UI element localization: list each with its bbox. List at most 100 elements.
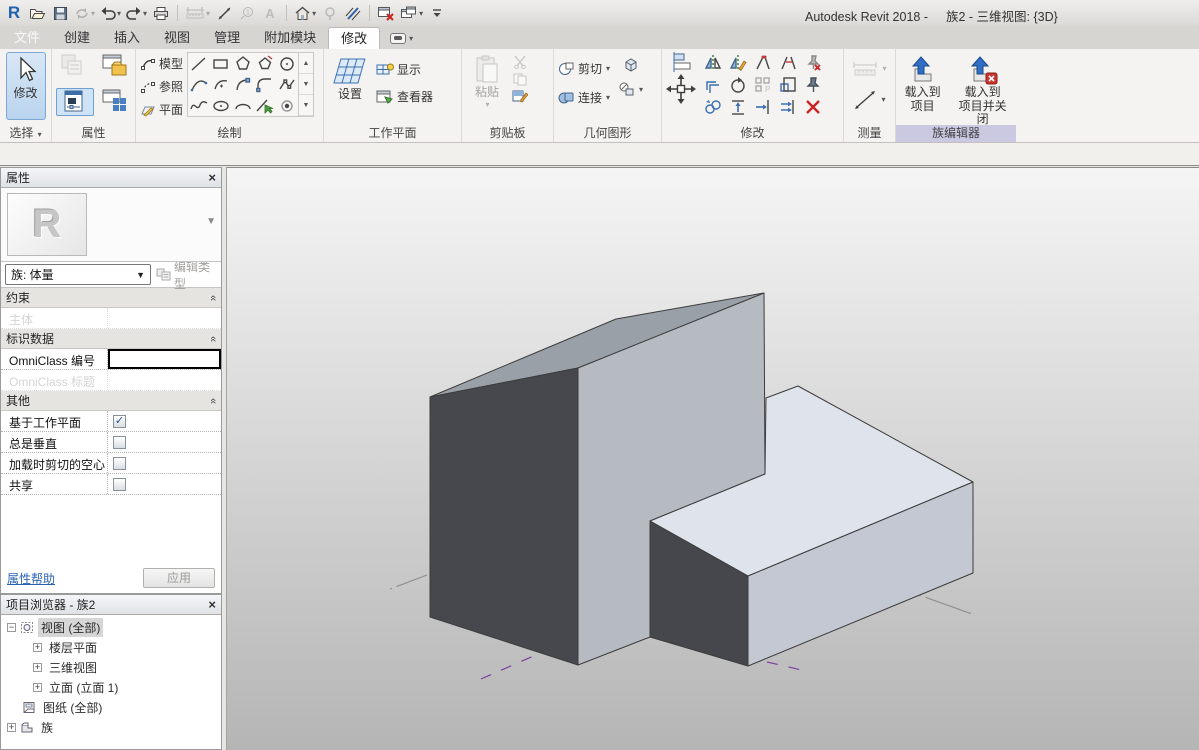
window-organize-icon[interactable] [96, 53, 134, 79]
inscribed-polygon-tool[interactable] [232, 53, 254, 74]
panel-label-draw[interactable]: 绘制 [136, 125, 323, 142]
workplane-viewer-button[interactable]: 查看器 [376, 85, 433, 108]
plane-mode[interactable]: 平面 [140, 98, 183, 121]
type-preview[interactable]: R ▼ [1, 188, 221, 262]
pick-lines-tool[interactable] [254, 95, 276, 116]
tab-create[interactable]: 创建 [52, 27, 102, 49]
tab-modify[interactable]: 修改 [328, 27, 380, 49]
tree-item-图纸全部[interactable]: 图纸 (全部) [1, 697, 221, 717]
align-icon[interactable] [670, 52, 692, 72]
point-tool[interactable] [276, 95, 298, 116]
panel-label-select[interactable]: 选择 ▾ [0, 125, 51, 142]
modify-select-button[interactable]: 修改 [6, 52, 46, 120]
rotate-tool[interactable] [725, 74, 750, 96]
big-mass-left-face[interactable] [430, 368, 578, 665]
pick-host-icon[interactable] [618, 57, 643, 72]
circumscribed-polygon-tool[interactable] [254, 53, 276, 74]
checkbox-unchecked[interactable] [113, 436, 126, 449]
load-into-project-and-close-button[interactable]: 载入到 项目并关闭 [953, 52, 1012, 124]
redo-icon[interactable]: ▾ [125, 2, 148, 24]
tree-item-视图全部[interactable]: −视图 (全部) [1, 617, 221, 637]
scroll-down-icon[interactable]: ▼ [299, 74, 313, 95]
checkbox-unchecked[interactable] [113, 478, 126, 491]
void-visibility-button[interactable]: ▾ [618, 78, 643, 101]
align-arrow-tool[interactable] [725, 96, 750, 118]
expand-icon[interactable]: + [33, 683, 42, 692]
checkbox-checked[interactable]: ✓ [113, 415, 126, 428]
copy-tool[interactable] [700, 96, 725, 118]
properties-header[interactable]: 属性 × [1, 168, 221, 188]
draw-grid-scrollbar[interactable]: ▲▼▼ [298, 53, 313, 116]
close-icon[interactable]: × [208, 598, 216, 611]
property-value[interactable]: ✓ [108, 411, 221, 431]
partial-ellipse-tool[interactable] [232, 95, 254, 116]
split-element-tool[interactable] [750, 52, 775, 74]
circle-tool[interactable] [276, 53, 298, 74]
print-icon[interactable] [151, 2, 171, 24]
ref-plane-purple-right[interactable] [767, 662, 806, 671]
fillet-arc-tool[interactable] [254, 74, 276, 95]
project-browser-header[interactable]: 项目浏览器 - 族2 × [1, 595, 221, 615]
delete-tool[interactable] [800, 96, 825, 118]
reference-line-mode[interactable]: 参照 [140, 75, 183, 98]
cut-geometry-button[interactable]: 剪切▾ [558, 57, 610, 80]
panel-label-geometry[interactable]: 几何图形 [554, 125, 661, 142]
ribbon-display-toggle[interactable]: ▾ [390, 27, 413, 49]
property-value[interactable] [108, 432, 221, 452]
collapse-chevron-icon[interactable]: « [207, 397, 219, 403]
user-interface-icon[interactable] [96, 88, 134, 114]
tab-file[interactable]: 文件 [2, 27, 52, 49]
ellipse-tool[interactable] [210, 95, 232, 116]
type-selector[interactable]: 族: 体量 ▼ [5, 264, 151, 285]
model-line-mode[interactable]: 模型 [140, 52, 183, 75]
properties-help-link[interactable]: 属性帮助 [7, 570, 55, 587]
default-3d-view-icon[interactable]: ▾ [293, 2, 317, 24]
aligned-dimension-icon[interactable] [214, 2, 234, 24]
move-icon[interactable] [666, 74, 696, 104]
collapse-chevron-icon[interactable]: « [207, 294, 219, 300]
chevron-down-icon[interactable]: ▼ [206, 216, 216, 227]
expand-icon[interactable]: + [33, 663, 42, 672]
3d-view[interactable] [227, 168, 1199, 750]
expand-icon[interactable]: + [7, 723, 16, 732]
panel-label-clipboard[interactable]: 剪贴板 [462, 125, 553, 142]
switch-windows-icon[interactable]: ▾ [399, 2, 424, 24]
scale-tool[interactable] [775, 74, 800, 96]
unpin-tool[interactable] [800, 52, 825, 74]
tangent-end-arc-tool[interactable] [232, 74, 254, 95]
scroll-up-icon[interactable]: ▲ [299, 53, 313, 74]
load-into-project-button[interactable]: 载入到 项目 [900, 52, 945, 124]
mirror-draw-axis-tool[interactable] [725, 52, 750, 74]
property-value[interactable] [108, 474, 221, 494]
properties-icon[interactable] [56, 88, 94, 116]
line-tool[interactable] [188, 53, 210, 74]
spline-tool[interactable] [188, 95, 210, 116]
panel-label-family-editor[interactable]: 族编辑器 [896, 125, 1016, 142]
center-ends-arc-tool[interactable] [210, 74, 232, 95]
property-value[interactable] [108, 453, 221, 473]
set-workplane-button[interactable]: 设置 [328, 52, 372, 124]
collapse-icon[interactable]: − [7, 623, 16, 632]
rectangle-tool[interactable] [210, 53, 232, 74]
open-icon[interactable] [27, 2, 47, 24]
undo-icon[interactable]: ▾ [99, 2, 122, 24]
collapse-chevron-icon[interactable]: « [207, 335, 219, 341]
offset-tool[interactable] [700, 74, 725, 96]
panel-label-workplane[interactable]: 工作平面 [324, 125, 461, 142]
join-geometry-button[interactable]: 连接▾ [558, 86, 610, 109]
expand-gallery-icon[interactable]: ▼ [299, 95, 313, 116]
ref-plane-purple-left[interactable] [481, 654, 538, 679]
property-value[interactable] [108, 349, 221, 369]
tree-item-立面立面1[interactable]: +立面 (立面 1) [1, 677, 221, 697]
customize-quick-access-toolbar-icon[interactable] [427, 2, 447, 24]
drawing-area[interactable] [226, 167, 1199, 750]
tree-item-三维视图[interactable]: +三维视图 [1, 657, 221, 677]
panel-label-modify[interactable]: 修改 [662, 125, 843, 142]
expand-icon[interactable]: + [33, 643, 42, 652]
tree-item-族[interactable]: +族 [1, 717, 221, 737]
ref-line-gray-right[interactable] [919, 595, 972, 614]
trim-extend-multiple-tool[interactable] [775, 96, 800, 118]
panel-label-measure[interactable]: 测量 [844, 125, 895, 142]
tab-manage[interactable]: 管理 [202, 27, 252, 49]
close-icon[interactable]: × [208, 171, 216, 184]
